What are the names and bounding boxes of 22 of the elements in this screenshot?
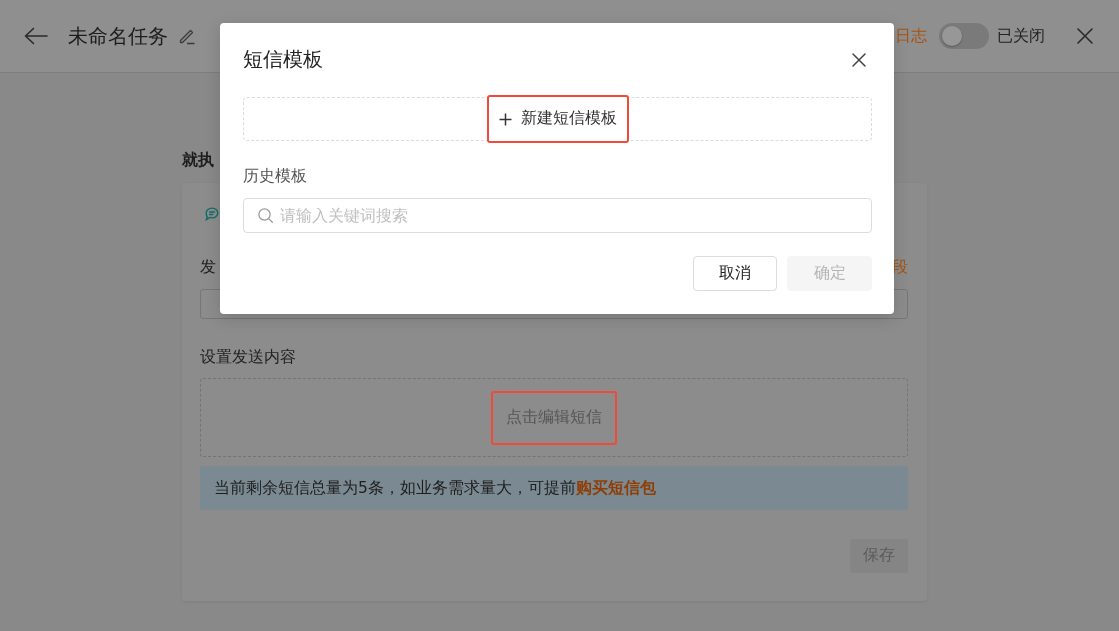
toggle-label: 已关闭 <box>997 26 1045 47</box>
search-field[interactable]: 请输入关键词搜索 <box>243 198 872 233</box>
cancel-button[interactable]: 取消 <box>693 256 777 291</box>
field-label: 发 <box>200 257 216 277</box>
toggle-switch[interactable] <box>939 23 989 49</box>
close-icon[interactable] <box>852 53 866 67</box>
section-title: 就执 <box>182 150 214 170</box>
dialog-title: 短信模板 <box>243 47 323 73</box>
log-link[interactable]: 日志 <box>895 25 927 47</box>
close-icon[interactable] <box>1077 28 1093 44</box>
field-link[interactable]: 段 <box>892 257 908 277</box>
pencil-icon[interactable] <box>178 27 196 45</box>
chat-bubble-icon <box>205 207 219 221</box>
new-template-button[interactable]: 新建短信模板 <box>486 95 629 143</box>
search-icon <box>258 208 273 223</box>
history-label: 历史模板 <box>243 166 307 186</box>
page-title: 未命名任务 <box>68 23 168 50</box>
plus-icon <box>498 112 512 126</box>
content-label: 设置发送内容 <box>200 347 296 367</box>
back-arrow-icon[interactable] <box>24 27 48 45</box>
notice-text: 当前剩余短信总量为5条，如业务需求量大，可提前购买短信包 <box>214 478 656 498</box>
buy-sms-link[interactable]: 购买短信包 <box>575 479 656 497</box>
